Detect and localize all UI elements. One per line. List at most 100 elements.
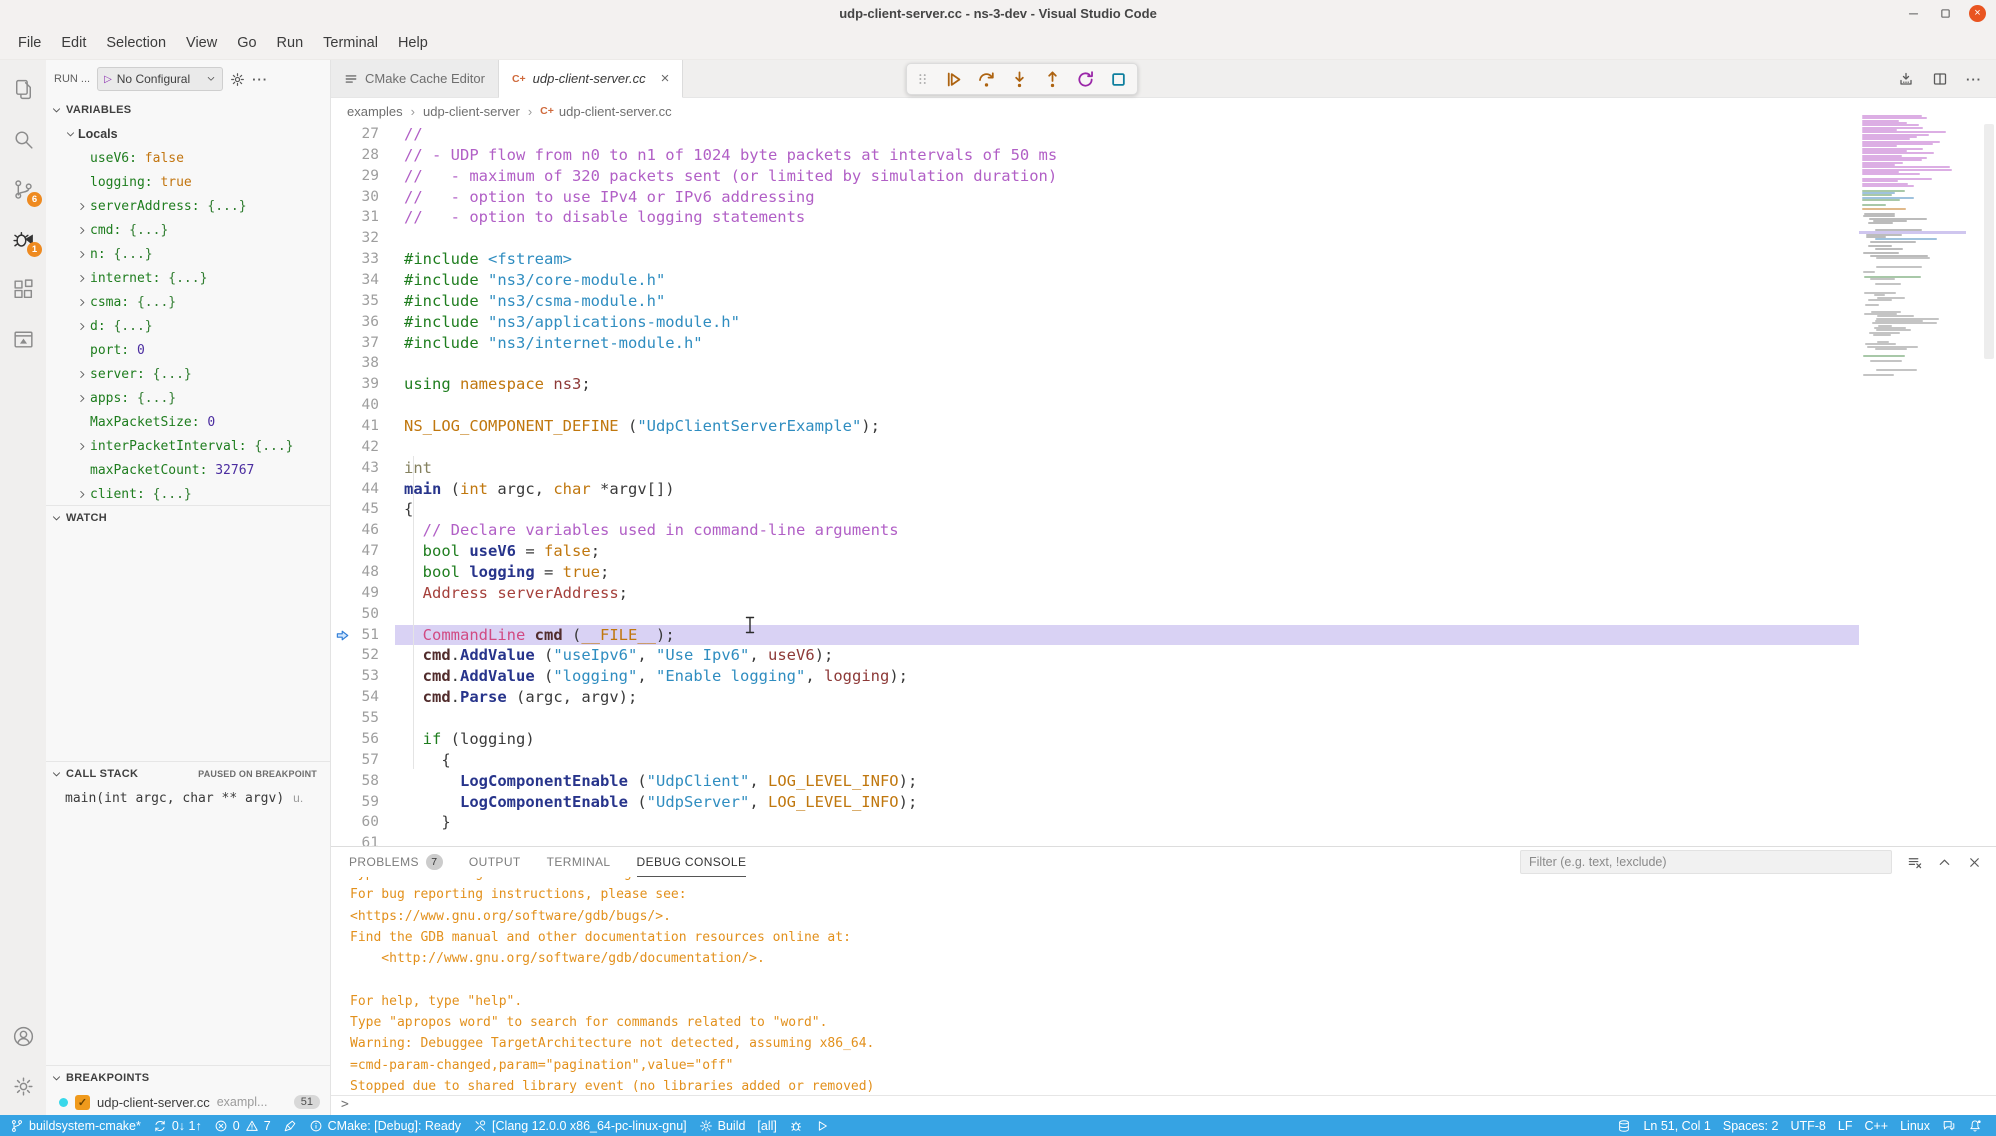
panel-tab-output[interactable]: OUTPUT <box>469 847 521 877</box>
sidebar-item-explorer[interactable] <box>0 64 46 114</box>
variable-row[interactable]: csma: {...} <box>46 290 330 314</box>
stack-frame[interactable]: main(int argc, char ** argv) u. <box>46 786 330 810</box>
code-line[interactable]: 49 Address serverAddress; <box>331 583 1859 604</box>
console-filter-input[interactable] <box>1520 850 1892 874</box>
code-line[interactable]: 44main (int argc, char *argv[]) <box>331 479 1859 500</box>
statusbar-sync[interactable]: 0↓ 1↑ <box>147 1115 208 1136</box>
code-line[interactable]: 46 // Declare variables used in command-… <box>331 520 1859 541</box>
menu-item-terminal[interactable]: Terminal <box>313 27 388 59</box>
statusbar-notifications[interactable] <box>1962 1115 1988 1136</box>
tab-udp-client-server-cc[interactable]: C+udp-client-server.cc× <box>499 60 683 98</box>
code-line[interactable]: 59 LogComponentEnable ("UdpServer", LOG_… <box>331 792 1859 813</box>
variable-row[interactable]: d: {...} <box>46 314 330 338</box>
menu-item-file[interactable]: File <box>8 27 51 59</box>
statusbar-launch-target[interactable] <box>809 1115 835 1136</box>
statusbar-cursor-position[interactable]: Ln 51, Col 1 <box>1637 1115 1716 1136</box>
code-line[interactable]: 60 } <box>331 812 1859 833</box>
panel-tab-terminal[interactable]: TERMINAL <box>547 847 611 877</box>
run-target-icon[interactable] <box>1898 71 1914 87</box>
code-line[interactable]: 52 cmd.AddValue ("useIpv6", "Use Ipv6", … <box>331 645 1859 666</box>
variable-row[interactable]: internet: {...} <box>46 266 330 290</box>
code-line[interactable]: 32 <box>331 228 1859 249</box>
sidebar-item-account[interactable] <box>0 1011 46 1061</box>
step-out-button[interactable] <box>1043 70 1062 89</box>
statusbar-build-target[interactable]: [all] <box>751 1115 782 1136</box>
sidebar-item-source-control[interactable]: 6 <box>0 164 46 214</box>
gear-icon[interactable] <box>230 72 245 87</box>
scrollbar-thumb[interactable] <box>1984 124 1994 359</box>
code-line[interactable]: 55 <box>331 708 1859 729</box>
menu-item-selection[interactable]: Selection <box>96 27 176 59</box>
sidebar-item-settings[interactable] <box>0 1061 46 1111</box>
variables-scope[interactable]: Locals <box>46 122 330 146</box>
variable-row[interactable]: port: 0 <box>46 338 330 362</box>
variable-row[interactable]: useV6: false <box>46 146 330 170</box>
stop-button[interactable] <box>1109 70 1128 89</box>
menu-item-edit[interactable]: Edit <box>51 27 96 59</box>
variables-header[interactable]: VARIABLES <box>46 98 330 122</box>
statusbar-eol[interactable]: LF <box>1832 1115 1859 1136</box>
maximize-panel-icon[interactable] <box>1937 855 1952 870</box>
statusbar-os[interactable]: Linux <box>1894 1115 1936 1136</box>
code-line[interactable]: 45{ <box>331 499 1859 520</box>
step-over-button[interactable] <box>977 70 996 89</box>
restart-button[interactable] <box>1076 70 1095 89</box>
breakpoint-checkbox[interactable]: ✓ <box>75 1095 90 1110</box>
variable-row[interactable]: cmd: {...} <box>46 218 330 242</box>
code-line[interactable]: 33#include <fstream> <box>331 249 1859 270</box>
breakpoints-header[interactable]: BREAKPOINTS <box>46 1066 330 1090</box>
panel-tab-problems[interactable]: PROBLEMS7 <box>349 847 443 877</box>
code-line[interactable]: 53 cmd.AddValue ("logging", "Enable logg… <box>331 666 1859 687</box>
statusbar-encoding[interactable]: UTF-8 <box>1784 1115 1831 1136</box>
split-editor-icon[interactable] <box>1932 71 1948 87</box>
statusbar-problems[interactable]: 07 <box>208 1115 277 1136</box>
code-line[interactable]: 57 { <box>331 750 1859 771</box>
close-icon[interactable]: × <box>1969 5 1986 22</box>
sidebar-item-extensions[interactable] <box>0 264 46 314</box>
sidebar-item-cmake-panel[interactable] <box>0 314 46 364</box>
code-line[interactable]: 42 <box>331 437 1859 458</box>
minimap[interactable] <box>1859 115 1966 385</box>
clear-console-icon[interactable] <box>1907 855 1922 870</box>
code-line[interactable]: 29// - maximum of 320 packets sent (or l… <box>331 166 1859 187</box>
watch-header[interactable]: WATCH <box>46 506 330 530</box>
variable-row[interactable]: serverAddress: {...} <box>46 194 330 218</box>
breadcrumb-item[interactable]: udp-client-server <box>423 104 520 119</box>
step-into-button[interactable] <box>1010 70 1029 89</box>
code-line[interactable]: 40 <box>331 395 1859 416</box>
statusbar-indentation[interactable]: Spaces: 2 <box>1717 1115 1785 1136</box>
variable-row[interactable]: apps: {...} <box>46 386 330 410</box>
statusbar-cmake-cache[interactable] <box>1611 1115 1637 1136</box>
variable-row[interactable]: n: {...} <box>46 242 330 266</box>
sidebar-item-run-and-debug[interactable]: 1 <box>0 214 46 264</box>
code-line[interactable]: 27// <box>331 124 1859 145</box>
variable-row[interactable]: server: {...} <box>46 362 330 386</box>
code-line[interactable]: 31// - option to disable logging stateme… <box>331 207 1859 228</box>
statusbar-feedback[interactable] <box>1936 1115 1962 1136</box>
statusbar-debug-target[interactable] <box>783 1115 809 1136</box>
breadcrumb-item[interactable]: examples <box>347 104 403 119</box>
code-line[interactable]: 39using namespace ns3; <box>331 374 1859 395</box>
scrollbar[interactable] <box>1982 124 1996 846</box>
tab-cmake-cache-editor[interactable]: CMake Cache Editor <box>331 60 499 97</box>
statusbar-language-mode[interactable]: C++ <box>1858 1115 1894 1136</box>
debug-console-prompt[interactable]: > <box>331 1095 1996 1115</box>
code-line[interactable]: 41NS_LOG_COMPONENT_DEFINE ("UdpClientSer… <box>331 416 1859 437</box>
variable-row[interactable]: maxPacketCount: 32767 <box>46 458 330 482</box>
code-line[interactable]: 51 CommandLine cmd (__FILE__); <box>331 625 1859 646</box>
code-line[interactable]: 58 LogComponentEnable ("UdpClient", LOG_… <box>331 771 1859 792</box>
code-line[interactable]: 47 bool useV6 = false; <box>331 541 1859 562</box>
more-actions-icon[interactable]: ··· <box>252 72 268 87</box>
code-line[interactable]: 50 <box>331 604 1859 625</box>
code-line[interactable]: 43int <box>331 458 1859 479</box>
statusbar-compiler[interactable]: [Clang 12.0.0 x86_64-pc-linux-gnu] <box>467 1115 693 1136</box>
code-line[interactable]: 30// - option to use IPv4 or IPv6 addres… <box>331 187 1859 208</box>
menu-item-run[interactable]: Run <box>267 27 314 59</box>
debug-configuration-dropdown[interactable]: ▷ No Configural <box>97 67 223 91</box>
code-line[interactable]: 28// - UDP flow from n0 to n1 of 1024 by… <box>331 145 1859 166</box>
minimize-icon[interactable] <box>1905 6 1921 22</box>
code-line[interactable]: 35#include "ns3/csma-module.h" <box>331 291 1859 312</box>
drag-handle-icon[interactable] <box>916 71 930 87</box>
variable-row[interactable]: MaxPacketSize: 0 <box>46 410 330 434</box>
statusbar-cmake-status[interactable]: CMake: [Debug]: Ready <box>303 1115 467 1136</box>
